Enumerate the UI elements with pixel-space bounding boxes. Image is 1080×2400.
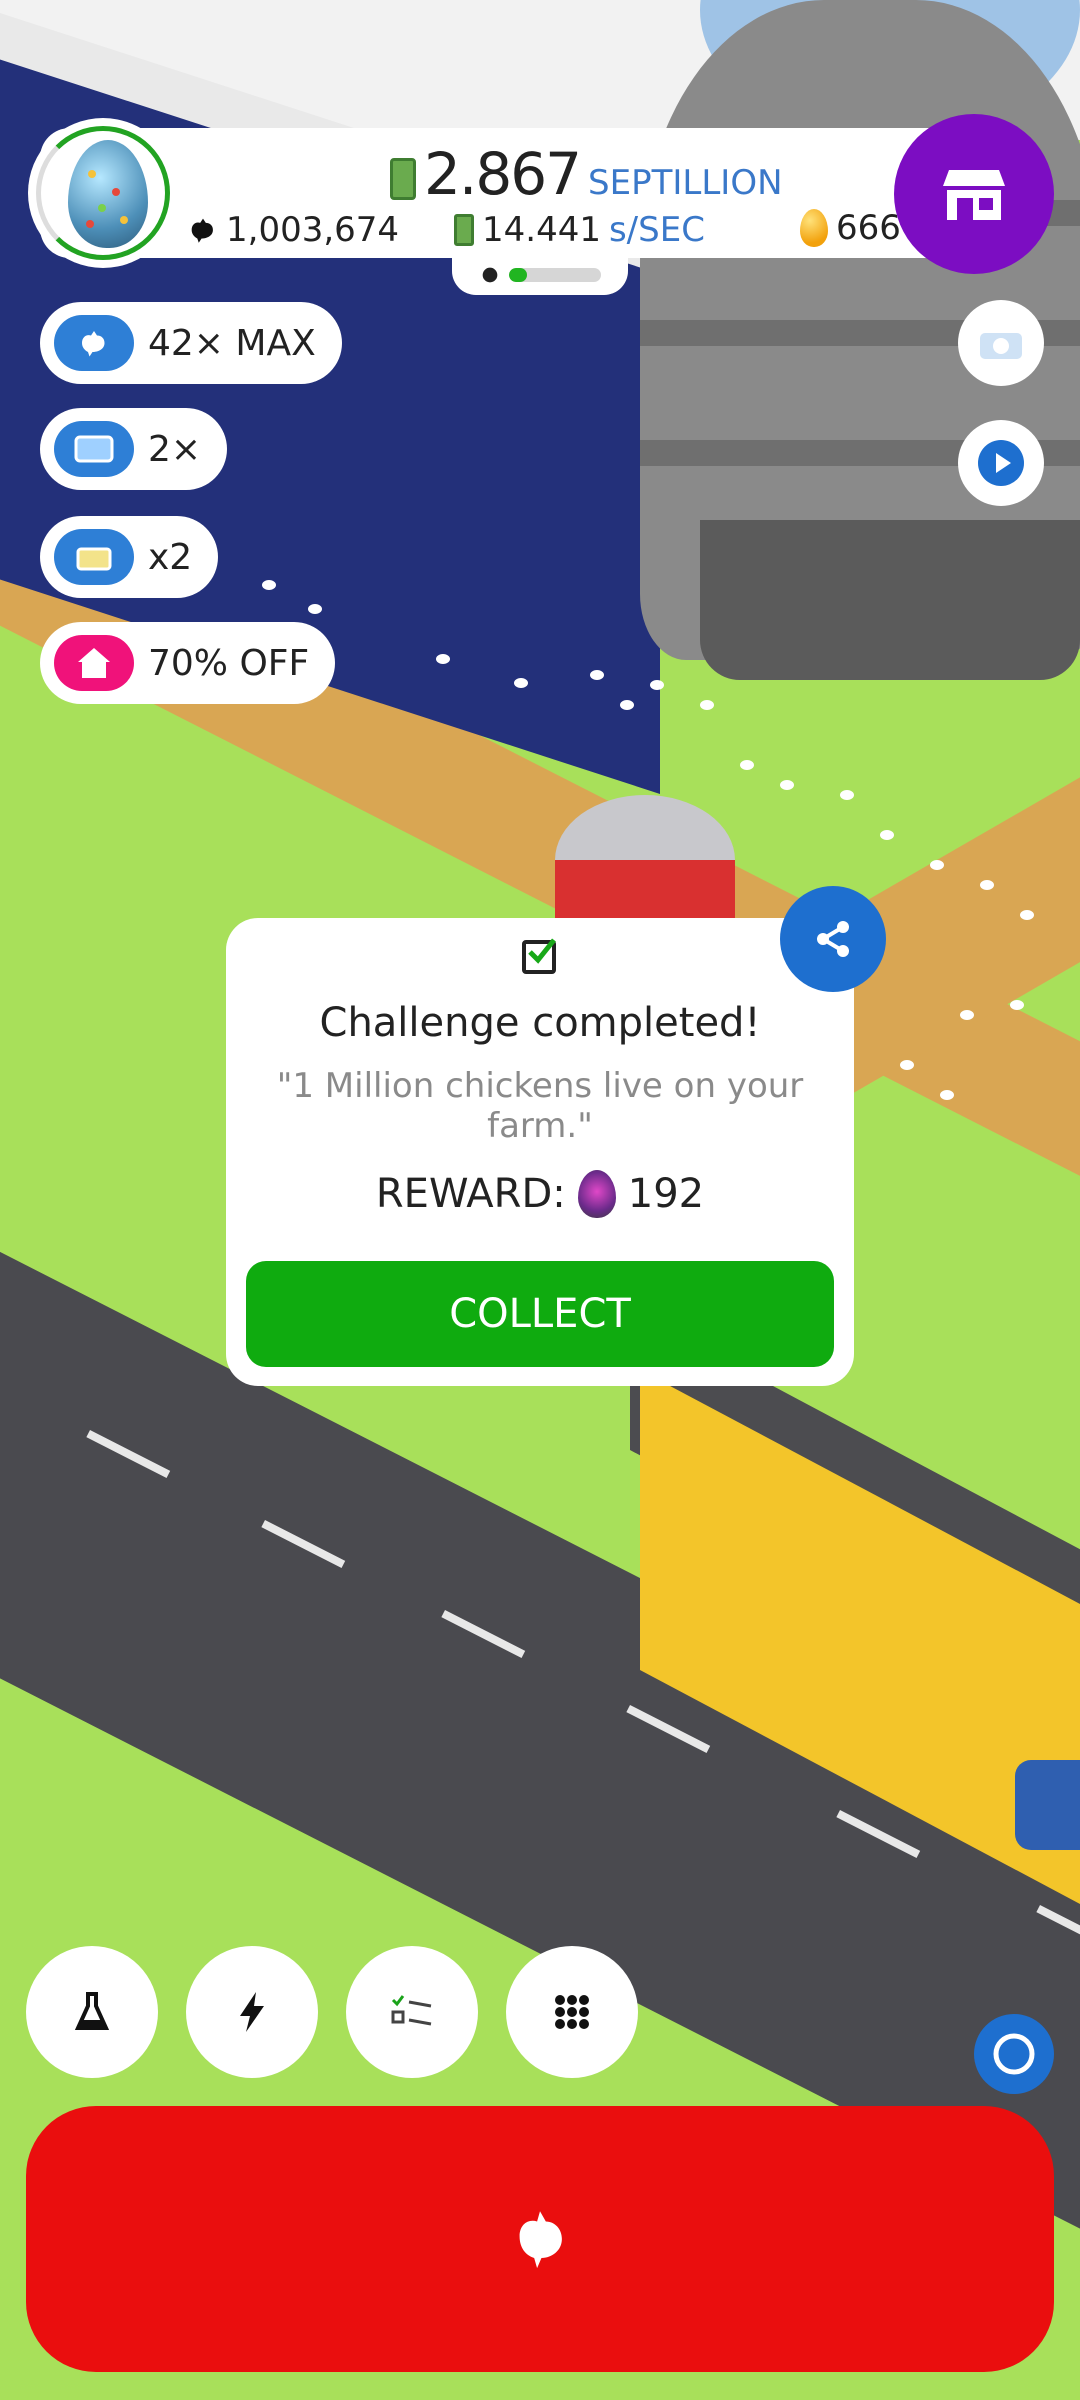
hatch-progress-tab xyxy=(452,255,628,295)
chicken xyxy=(930,860,944,870)
reward-row: REWARD: 192 xyxy=(226,1170,854,1218)
chicken xyxy=(840,790,854,800)
chicken-count: 1,003,674 xyxy=(186,210,399,250)
circle-icon xyxy=(993,2033,1035,2075)
boost-label: 2× xyxy=(148,428,202,470)
menu-grid-icon xyxy=(555,1995,589,2029)
chicken xyxy=(436,654,450,664)
silo-base xyxy=(700,520,1080,680)
camera-button[interactable] xyxy=(958,300,1044,386)
chicken xyxy=(1010,1000,1024,1010)
boost-pill-video[interactable]: 2× xyxy=(40,408,228,490)
tv-icon xyxy=(54,421,134,477)
egg-spot xyxy=(98,204,106,212)
camera-icon xyxy=(980,333,1022,359)
shop-icon xyxy=(943,170,1005,220)
research-button[interactable] xyxy=(26,1946,158,2078)
chicken xyxy=(620,700,634,710)
chick-icon xyxy=(482,267,498,283)
house-icon xyxy=(54,635,134,691)
egg-spot xyxy=(112,188,120,196)
chicken-icon xyxy=(519,2211,562,2269)
cash-icon xyxy=(454,214,474,246)
money-display: 2.867 SEPTILLION xyxy=(390,140,783,208)
chicken xyxy=(740,760,754,770)
video-ad-button[interactable] xyxy=(958,420,1044,506)
chicken xyxy=(700,700,714,710)
earning-rate-value: 14.441 xyxy=(482,210,601,250)
chicken xyxy=(590,670,604,680)
chicken-icon xyxy=(54,315,134,371)
egg-spot xyxy=(88,170,96,178)
boost-button[interactable] xyxy=(186,1946,318,2078)
chicken-icon xyxy=(191,218,213,243)
earning-rate: 14.441 s/SEC xyxy=(454,210,705,250)
share-button[interactable] xyxy=(780,886,886,992)
chicken xyxy=(900,1060,914,1070)
boost-pill-discount[interactable]: 70% OFF xyxy=(40,622,336,704)
money-unit: SEPTILLION xyxy=(588,163,783,203)
challenges-button[interactable] xyxy=(346,1946,478,2078)
golden-egg-icon xyxy=(800,209,828,247)
assistive-touch-button[interactable] xyxy=(974,2014,1054,2094)
money-value: 2.867 xyxy=(424,140,582,208)
hatch-chicken-button[interactable] xyxy=(26,2106,1054,2372)
chicken xyxy=(650,680,664,690)
soul-egg-icon xyxy=(577,1170,616,1218)
reward-value: 192 xyxy=(627,1171,705,1217)
research-flask-icon xyxy=(74,1992,110,2030)
egg-spot xyxy=(86,220,94,228)
cash-icon xyxy=(390,158,416,200)
chicken xyxy=(880,830,894,840)
collect-button[interactable]: COLLECT xyxy=(246,1261,834,1367)
chicken xyxy=(980,880,994,890)
chicken xyxy=(780,780,794,790)
gift-icon xyxy=(54,529,134,585)
chicken-count-value: 1,003,674 xyxy=(226,210,400,250)
checkbox-checked-icon xyxy=(522,938,556,974)
hatch-progress-fill xyxy=(509,268,528,282)
dialog-subtitle: "1 Million chickens live on your farm." xyxy=(276,1066,804,1146)
share-icon xyxy=(817,921,849,957)
dialog-title: Challenge completed! xyxy=(319,1000,761,1046)
chicken xyxy=(940,1090,954,1100)
earning-rate-unit: s/SEC xyxy=(608,210,705,250)
golden-egg-value: 666 xyxy=(836,208,901,248)
chicken xyxy=(308,604,322,614)
chicken xyxy=(960,1010,974,1020)
reward-label: REWARD: xyxy=(375,1171,566,1217)
play-icon xyxy=(978,440,1024,486)
boost-label: 42× MAX xyxy=(148,322,316,364)
egg-spot xyxy=(120,216,128,224)
chicken xyxy=(262,580,276,590)
chicken xyxy=(1020,910,1034,920)
blue-car xyxy=(1015,1760,1080,1850)
chicken xyxy=(514,678,528,688)
golden-egg-count[interactable]: 666 xyxy=(800,208,901,248)
challenges-list-icon xyxy=(391,1995,432,2026)
boost-lightning-icon xyxy=(240,1992,264,2032)
boost-label: 70% OFF xyxy=(148,642,310,684)
hatch-progress-bar xyxy=(509,268,601,282)
boost-pill-gift[interactable]: x2 xyxy=(40,516,219,598)
menu-button[interactable] xyxy=(506,1946,638,2078)
boost-label: x2 xyxy=(148,536,193,578)
shop-button[interactable] xyxy=(894,114,1054,274)
boost-pill-running-chickens[interactable]: 42× MAX xyxy=(40,302,342,384)
